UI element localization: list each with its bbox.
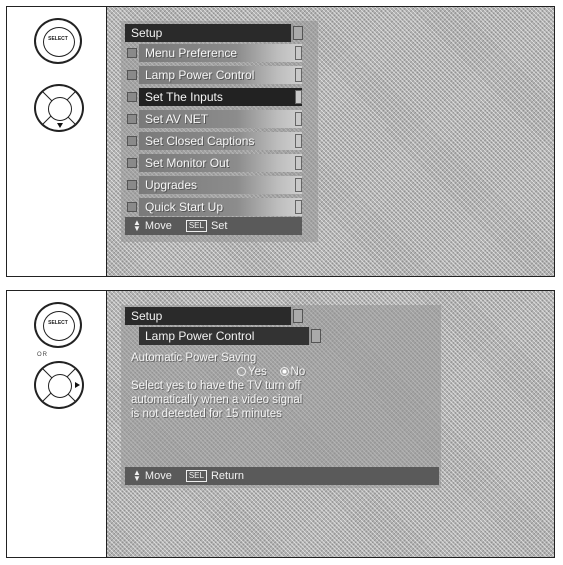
footer-move-label: Move (144, 470, 172, 482)
menu-item-set-the-inputs[interactable]: Set The Inputs (127, 88, 302, 106)
up-down-arrows-icon: ▲ ▼ (133, 218, 141, 234)
menu-item-lamp-power-control[interactable]: Lamp Power Control (127, 66, 302, 84)
nav-pad-button[interactable] (34, 361, 84, 409)
menu-footer: ▲ ▼ Move SEL Return (125, 467, 439, 485)
item-marker-icon (127, 202, 137, 212)
item-edge-icon (295, 178, 302, 192)
remote-buttons-panel: SELECT (7, 7, 107, 276)
menu-item-label: Menu Preference (145, 46, 238, 60)
description-line: Select yes to have the TV turn off (131, 380, 301, 392)
menu-title-bar: Setup (125, 24, 303, 42)
menu-footer: ▲ ▼ Move SEL Set (125, 217, 302, 235)
menu-title: Setup (131, 309, 163, 323)
menu-item-set-closed-captions[interactable]: Set Closed Captions (127, 132, 302, 150)
footer-action-label: Return (210, 470, 244, 482)
menu-item-quick-start-up[interactable]: Quick Start Up (127, 198, 302, 216)
radio-no-label: No (290, 366, 306, 378)
radio-filled-icon (279, 367, 289, 377)
item-marker-icon (127, 48, 137, 58)
remote-buttons-panel: SELECT OR (7, 291, 107, 557)
setup-menu-panel: Setup Menu Preference Lamp Power Control… (121, 21, 318, 242)
item-edge-icon (295, 68, 302, 82)
item-edge-icon (295, 134, 302, 148)
select-button-label: SELECT (48, 320, 68, 326)
arrow-down-icon (57, 123, 63, 128)
item-edge-icon (295, 156, 302, 170)
nav-pad-center (48, 97, 72, 121)
nav-pad-center (48, 374, 72, 398)
description-line: is not detected for 15 minutes (131, 408, 282, 420)
menu-item-label: Upgrades (145, 178, 198, 192)
item-edge-icon (295, 90, 302, 104)
up-down-arrows-icon: ▲ ▼ (133, 468, 141, 484)
radio-empty-icon (237, 367, 246, 377)
arrow-right-icon (75, 382, 80, 388)
title-tab-icon (293, 26, 303, 40)
menu-item-set-monitor-out[interactable]: Set Monitor Out (127, 154, 302, 172)
radio-yes[interactable]: Yes (237, 366, 267, 378)
menu-item-label: Quick Start Up (145, 200, 224, 214)
setup-menu-screen: SELECT Setup Menu Preference Lamp Power … (6, 6, 555, 277)
item-edge-icon (295, 46, 302, 60)
item-edge-icon (295, 112, 302, 126)
lamp-power-control-screen: SELECT OR Setup Lamp Power Control Autom… (6, 290, 555, 558)
menu-item-label: Set Monitor Out (145, 156, 230, 170)
setting-body: Automatic Power Saving Yes No Select yes… (131, 351, 431, 457)
menu-title: Setup (131, 26, 163, 40)
radio-yes-label: Yes (248, 366, 267, 378)
sel-key-icon: SEL (185, 470, 207, 483)
select-button[interactable]: SELECT (34, 302, 82, 348)
menu-item-label: Set AV NET (145, 112, 209, 126)
footer-move-label: Move (144, 220, 172, 232)
item-marker-icon (127, 70, 137, 80)
menu-item-label: Lamp Power Control (145, 68, 255, 82)
sel-key-icon: SEL (185, 220, 207, 233)
item-marker-icon (127, 136, 137, 146)
nav-pad-button[interactable] (34, 84, 84, 132)
item-marker-icon (127, 180, 137, 190)
menu-item-set-av-net[interactable]: Set AV NET (127, 110, 302, 128)
setting-label: Automatic Power Saving (131, 352, 257, 364)
select-button[interactable]: SELECT (34, 18, 82, 64)
item-marker-icon (127, 158, 137, 168)
select-button-label: SELECT (48, 36, 68, 42)
submenu-title-bar: Lamp Power Control (139, 327, 321, 345)
title-tab-icon (311, 329, 321, 343)
menu-item-upgrades[interactable]: Upgrades (127, 176, 302, 194)
radio-group: Yes No (131, 365, 431, 379)
item-marker-icon (127, 92, 137, 102)
description-line: automatically when a video signal (131, 394, 303, 406)
item-marker-icon (127, 114, 137, 124)
lamp-power-panel: Setup Lamp Power Control Automatic Power… (121, 305, 441, 488)
submenu-title: Lamp Power Control (145, 329, 255, 343)
radio-no[interactable]: No (279, 366, 306, 378)
menu-item-menu-preference[interactable]: Menu Preference (127, 44, 302, 62)
menu-item-label: Set Closed Captions (145, 134, 255, 148)
menu-title-bar: Setup (125, 307, 303, 325)
title-tab-icon (293, 309, 303, 323)
footer-action-label: Set (210, 220, 228, 232)
item-edge-icon (295, 200, 302, 214)
or-label: OR (37, 352, 48, 358)
menu-item-label: Set The Inputs (145, 90, 223, 104)
